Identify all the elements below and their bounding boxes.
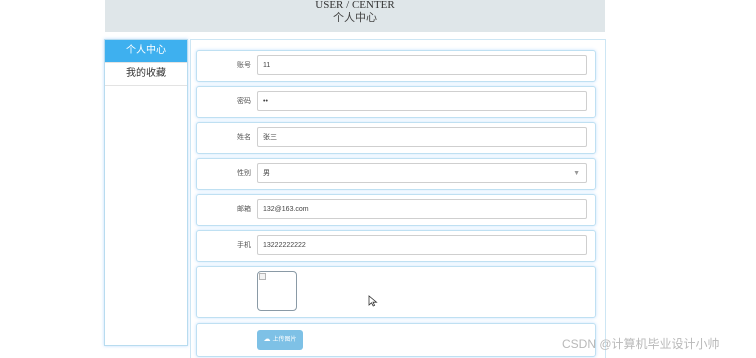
- cloud-upload-icon: ☁: [263, 336, 271, 343]
- password-input[interactable]: ••: [257, 91, 587, 111]
- broken-image-icon: [259, 273, 266, 280]
- name-label: 姓名: [237, 134, 251, 141]
- password-label: 密码: [237, 98, 251, 105]
- header-title-zh: 个人中心: [333, 12, 377, 24]
- page-header: USER / CENTER 个人中心: [105, 0, 605, 32]
- form-row-phone: 手机 13222222222: [196, 230, 596, 262]
- name-input[interactable]: 张三: [257, 127, 587, 147]
- upload-button-label: 上传图片: [272, 337, 297, 343]
- form-row-gender: 性别 男 ▼: [196, 158, 596, 190]
- form-row-email: 邮箱 132@163.com: [196, 194, 596, 226]
- mouse-pointer-icon: [368, 295, 378, 307]
- form-row-name: 姓名 张三: [196, 122, 596, 154]
- phone-input[interactable]: 13222222222: [257, 235, 587, 255]
- email-input[interactable]: 132@163.com: [257, 199, 587, 219]
- gender-label: 性别: [237, 170, 251, 177]
- sidebar-item-personal-center[interactable]: 个人中心: [105, 40, 187, 63]
- sidebar: 个人中心 我的收藏: [104, 39, 188, 346]
- account-label: 账号: [237, 62, 251, 69]
- phone-label: 手机: [237, 242, 251, 249]
- upload-image-button[interactable]: ☁ 上传图片: [257, 330, 303, 350]
- avatar-image: [257, 271, 297, 311]
- account-input[interactable]: 11: [257, 55, 587, 75]
- email-label: 邮箱: [237, 206, 251, 213]
- gender-select[interactable]: 男 ▼: [257, 163, 587, 183]
- sidebar-item-my-favorites[interactable]: 我的收藏: [105, 63, 187, 86]
- form-row-account: 账号 11: [196, 50, 596, 82]
- form-row-password: 密码 ••: [196, 86, 596, 118]
- chevron-down-icon: ▼: [573, 170, 580, 177]
- header-title-en: USER / CENTER: [315, 0, 395, 11]
- watermark: CSDN @计算机毕业设计小帅: [562, 337, 720, 351]
- form-row-upload: ☁ 上传图片: [196, 323, 596, 357]
- form-row-avatar: [196, 266, 596, 318]
- gender-select-value: 男: [263, 170, 270, 177]
